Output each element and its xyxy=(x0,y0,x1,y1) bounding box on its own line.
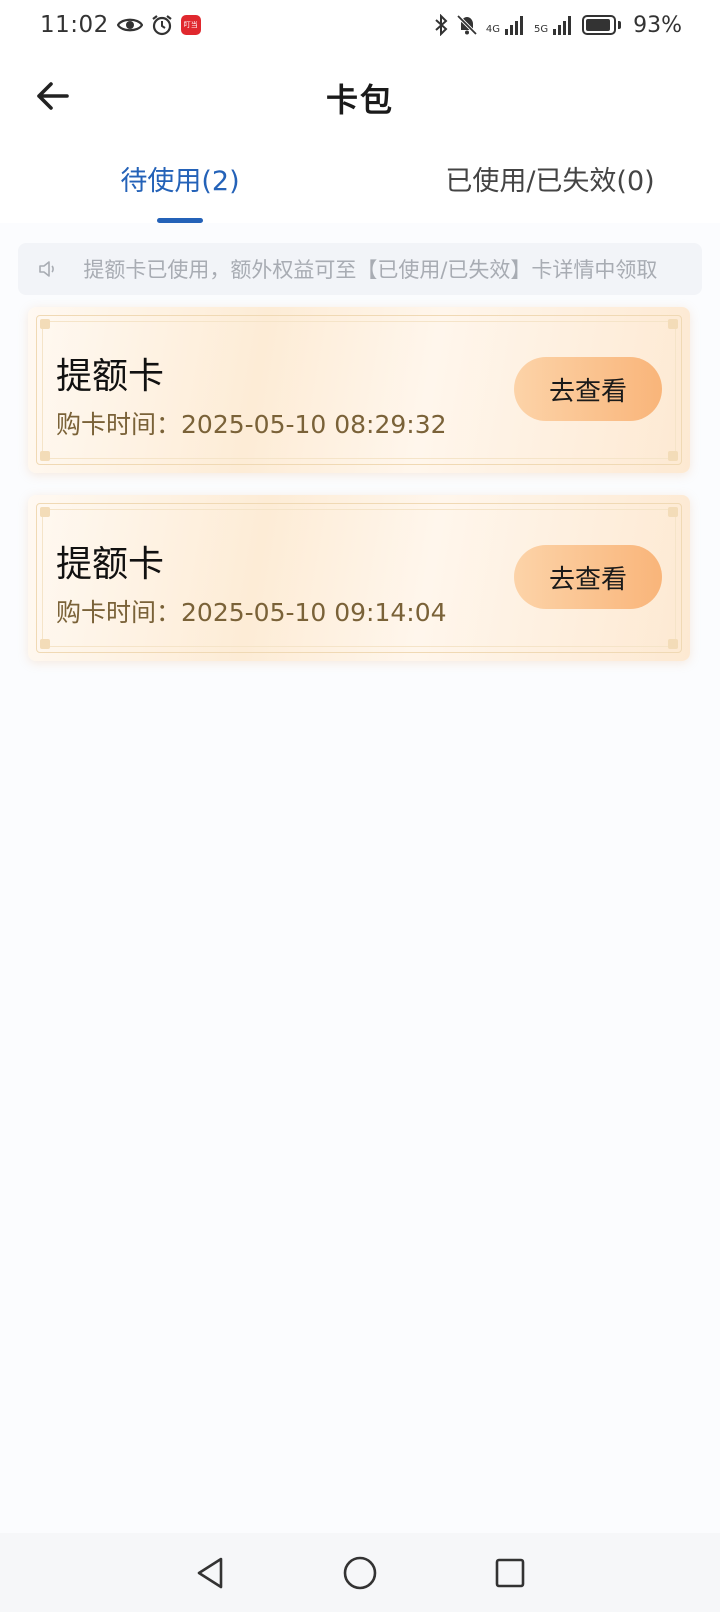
page-header: 卡包 xyxy=(0,50,720,145)
card-time-value: 2025-05-10 08:29:32 xyxy=(181,410,447,439)
arrow-left-icon xyxy=(35,81,69,115)
signal-2-label: 5G xyxy=(533,23,549,35)
tab-bar: 待使用(2) 已使用/已失效(0) xyxy=(0,145,720,223)
bell-muted-icon xyxy=(456,14,478,36)
speaker-icon xyxy=(38,259,58,279)
view-card-button[interactable]: 去查看 xyxy=(514,357,662,421)
signal-icon xyxy=(504,15,526,35)
card-list-area[interactable]: ﾠ提额卡已使用，额外权益可至【已使用/已失效】卡详情中领取 提额卡 购卡时间：2… xyxy=(0,223,720,1533)
card-corner-ornament xyxy=(40,319,50,329)
tab-label: 待使用(2) xyxy=(120,165,240,197)
card-title: 提额卡 xyxy=(56,544,165,585)
card-corner-ornament xyxy=(668,639,678,649)
card-corner-ornament xyxy=(40,639,50,649)
card-purchase-time: 购卡时间：2025-05-10 09:14:04 xyxy=(56,593,447,629)
view-card-button[interactable]: 去查看 xyxy=(514,545,662,609)
alarm-icon xyxy=(151,14,173,36)
tab-label: 已使用/已失效(0) xyxy=(445,165,655,197)
card-corner-ornament xyxy=(40,451,50,461)
signal-1-label: 4G xyxy=(485,23,500,35)
card-time-label: 购卡时间： xyxy=(56,598,182,627)
status-left: 11:02 叮当 xyxy=(40,12,201,38)
card-title: 提额卡 xyxy=(56,356,165,397)
card-purchase-time: 购卡时间：2025-05-10 08:29:32 xyxy=(56,405,447,441)
tab-used-expired[interactable]: 已使用/已失效(0) xyxy=(360,145,720,223)
tab-pending[interactable]: 待使用(2) xyxy=(0,145,360,223)
notice-text: ﾠ提额卡已使用，额外权益可至【已使用/已失效】卡详情中领取 xyxy=(64,258,658,282)
status-right: 4G 5G 93% xyxy=(434,13,682,38)
card-corner-ornament xyxy=(668,319,678,329)
battery-icon xyxy=(582,15,622,35)
recents-square-icon[interactable] xyxy=(485,1548,535,1598)
card-item[interactable]: 提额卡 购卡时间：2025-05-10 09:14:04 去查看 xyxy=(28,495,690,661)
notice-banner: ﾠ提额卡已使用，额外权益可至【已使用/已失效】卡详情中领取 xyxy=(18,243,702,295)
card-corner-ornament xyxy=(668,507,678,517)
status-time: 11:02 xyxy=(40,12,109,38)
card-time-value: 2025-05-10 09:14:04 xyxy=(181,598,447,627)
card-corner-ornament xyxy=(668,451,678,461)
bluetooth-icon xyxy=(434,14,448,36)
card-item[interactable]: 提额卡 购卡时间：2025-05-10 08:29:32 去查看 xyxy=(28,307,690,473)
eye-icon xyxy=(116,16,143,34)
home-circle-icon[interactable] xyxy=(335,1548,385,1598)
back-triangle-icon[interactable] xyxy=(185,1548,235,1598)
signal-icon xyxy=(552,15,574,35)
back-button[interactable] xyxy=(28,74,76,122)
card-corner-ornament xyxy=(40,507,50,517)
system-nav-bar xyxy=(0,1533,720,1612)
battery-percentage: 93% xyxy=(633,12,682,38)
page-title: 卡包 xyxy=(325,80,394,119)
status-bar: 11:02 叮当 4G 5G 93% xyxy=(0,0,720,50)
card-time-label: 购卡时间： xyxy=(56,410,182,439)
app-badge-icon: 叮当 xyxy=(180,15,201,35)
